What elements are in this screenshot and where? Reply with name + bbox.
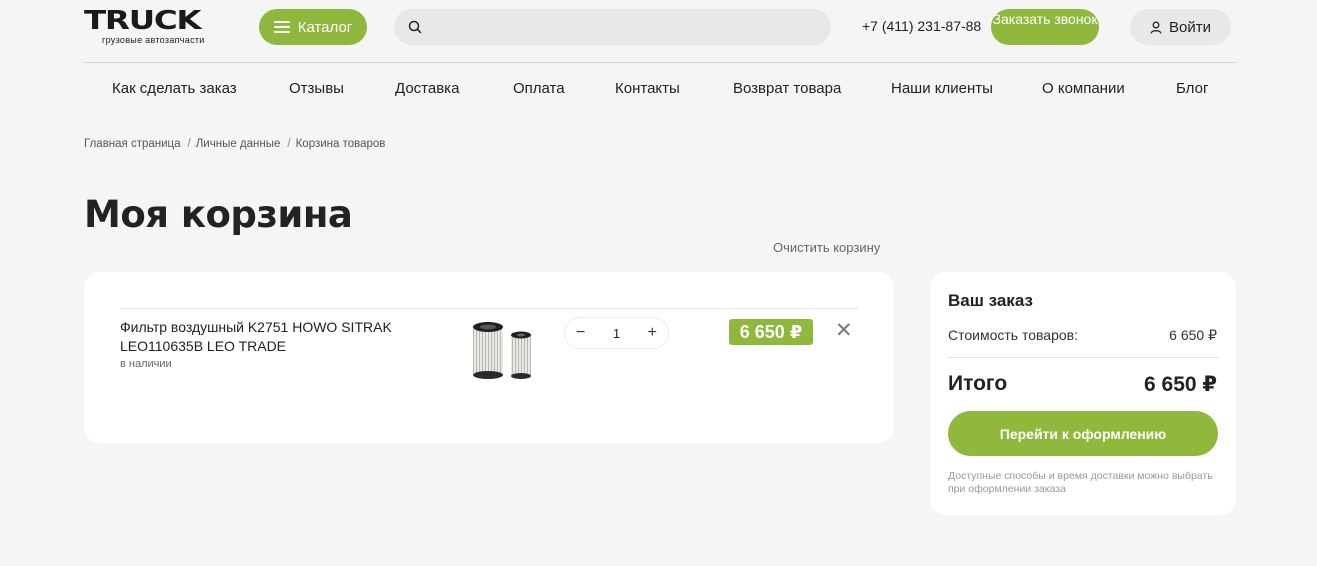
breadcrumb-personal-data[interactable]: Личные данные — [196, 138, 281, 150]
order-summary: Ваш заказ Стоимость товаров: 6 650 ₽ Ито… — [930, 272, 1236, 515]
nav-item-payment[interactable]: Оплата — [513, 80, 565, 97]
cart-item-price: 6 650 ₽ — [729, 319, 813, 345]
cart-item-stock-status: в наличии — [120, 358, 172, 370]
cart-divider — [120, 308, 859, 309]
checkout-button[interactable]: Перейти к оформлению — [948, 411, 1218, 456]
order-summary-title: Ваш заказ — [948, 291, 1033, 310]
quantity-stepper: − 1 + — [564, 317, 669, 349]
nav-item-delivery[interactable]: Доставка — [395, 80, 459, 97]
search-bar[interactable] — [394, 9, 831, 45]
goods-cost-value: 6 650 ₽ — [1169, 327, 1217, 343]
search-input[interactable] — [430, 19, 820, 35]
search-icon — [408, 20, 422, 34]
page-title: Моя корзина — [84, 193, 353, 236]
login-button-label: Войти — [1169, 18, 1211, 36]
user-icon — [1150, 21, 1162, 34]
catalog-button-label: Каталог — [297, 18, 353, 36]
close-icon[interactable]: ✕ — [835, 320, 853, 342]
nav-item-about[interactable]: О компании — [1042, 80, 1125, 97]
logo-subtitle: грузовые автозапчасти — [102, 35, 205, 45]
total-value: 6 650 ₽ — [1144, 373, 1217, 396]
nav-item-how-to-order[interactable]: Как сделать заказ — [112, 80, 237, 97]
cart-card: Фильтр воздушный K2751 HOWO SITRAK LEO11… — [84, 272, 894, 443]
goods-cost-label: Стоимость товаров: — [948, 327, 1078, 343]
login-button[interactable]: Войти — [1130, 9, 1231, 45]
order-divider — [948, 357, 1218, 358]
breadcrumb-separator: / — [287, 138, 291, 150]
total-label: Итого — [948, 372, 1008, 395]
nav-item-returns[interactable]: Возврат товара — [733, 80, 841, 97]
clear-cart-link[interactable]: Очистить корзину — [773, 240, 880, 255]
phone-number[interactable]: +7 (411) 231-87-88 — [862, 18, 981, 34]
menu-icon — [273, 21, 290, 33]
logo[interactable]: TRUCK грузовые автозапчасти — [84, 8, 234, 47]
breadcrumb-separator: / — [187, 138, 191, 150]
minus-icon[interactable]: − — [576, 325, 585, 341]
quantity-value[interactable]: 1 — [613, 326, 620, 341]
nav-item-clients[interactable]: Наши клиенты — [891, 80, 993, 97]
breadcrumb-current: Корзина товаров — [295, 138, 386, 150]
header-divider — [84, 62, 1236, 63]
callback-button[interactable]: Заказать звонок — [991, 9, 1099, 45]
nav-item-blog[interactable]: Блог — [1176, 80, 1208, 97]
breadcrumb: Главная страница / Личные данные / Корзина т… — [84, 138, 385, 150]
cart-item-name[interactable]: Фильтр воздушный K2751 HOWO SITRAK LEO11… — [120, 318, 440, 356]
nav-item-contacts[interactable]: Контакты — [615, 80, 680, 97]
delivery-note: Доступные способы и время доставки можно… — [948, 470, 1213, 495]
nav-item-reviews[interactable]: Отзывы — [289, 80, 344, 97]
breadcrumb-home[interactable]: Главная страница — [84, 138, 181, 150]
plus-icon[interactable]: + — [648, 325, 657, 341]
logo-wordmark: TRUCK — [84, 6, 202, 36]
product-image[interactable] — [470, 318, 540, 380]
catalog-button[interactable]: Каталог — [259, 9, 367, 45]
